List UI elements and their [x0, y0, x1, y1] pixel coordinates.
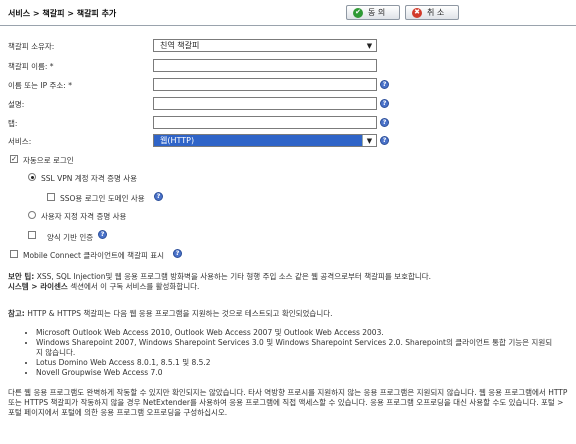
custom-creds-radio[interactable] — [28, 211, 36, 219]
host-label: 이름 또는 IP 주소: * — [8, 81, 72, 90]
form-auth-label: 양식 기반 인증 — [47, 233, 94, 242]
service-select-value: 웹(HTTP) — [160, 136, 195, 145]
help-icon[interactable]: ? — [98, 230, 107, 239]
host-input[interactable] — [153, 78, 377, 91]
checkmark-icon: ✔ — [353, 7, 363, 18]
owner-select-value: 친역 책갈피 — [160, 41, 200, 50]
form-auth-checkbox[interactable] — [28, 231, 36, 239]
list-item: Windows Sharepoint 2007, Windows Sharepo… — [36, 338, 556, 358]
security-tip-text: XSS, SQL Injection및 웹 응용 프로그램 방화벽을 사용하는 … — [34, 272, 432, 281]
cancel-button-label: 취 소 — [427, 8, 445, 17]
security-tip: 보안 팁: XSS, SQL Injection및 웹 응용 프로그램 방화벽을… — [8, 272, 568, 292]
help-icon[interactable]: ? — [380, 99, 389, 108]
owner-select[interactable]: 친역 책갈피 ▼ — [153, 39, 377, 52]
name-label: 책갈피 이름: * — [8, 62, 54, 71]
list-item: Novell Groupwise Web Access 7.0 — [36, 368, 556, 378]
auto-login-checkbox[interactable]: ✓ — [10, 155, 18, 163]
reference-note: 참고: HTTP & HTTPS 책갈피는 다음 웹 응용 프로그램을 지원하는… — [8, 309, 568, 319]
custom-creds-label: 사용자 지정 자격 증명 사용 — [41, 212, 127, 221]
description-row: 설명: ? — [0, 97, 576, 111]
tab-input[interactable] — [153, 116, 377, 129]
chevron-down-icon: ▼ — [366, 41, 373, 50]
tab-label: 탭: — [8, 119, 18, 128]
help-icon[interactable]: ? — [154, 192, 163, 201]
chevron-down-icon: ▼ — [362, 135, 376, 146]
supported-apps-list: Microsoft Outlook Web Access 2010, Outlo… — [22, 328, 556, 378]
service-row: 서비스: 웹(HTTP) ▼ ? — [0, 134, 576, 148]
cancel-button[interactable]: ✖ 취 소 — [405, 5, 459, 20]
system-license-link[interactable]: 시스템 > 라이센스 — [8, 282, 68, 291]
list-item: Lotus Domino Web Access 8.0.1, 8.5.1 및 8… — [36, 358, 556, 368]
help-icon[interactable]: ? — [380, 118, 389, 127]
sslvpn-creds-radio[interactable] — [28, 173, 36, 181]
sslvpn-creds-label: SSL VPN 계정 자격 증명 사용 — [41, 174, 138, 183]
footer-note: 다른 웹 응용 프로그램도 완벽하게 작동할 수 있지만 확인되지는 않았습니다… — [8, 388, 568, 417]
owner-label: 책갈피 소유자: — [8, 42, 55, 51]
page-header: 서비스 > 책갈피 > 책갈피 추가 ✔ 동 의 ✖ 취 소 — [0, 0, 576, 26]
sso-domain-label: SSO용 로그인 도메인 사용 — [60, 194, 145, 203]
tab-row: 탭: ? — [0, 116, 576, 130]
owner-row: 책갈피 소유자: 친역 책갈피 ▼ — [0, 39, 576, 53]
description-input[interactable] — [153, 97, 377, 110]
service-label: 서비스: — [8, 137, 32, 146]
accept-button[interactable]: ✔ 동 의 — [346, 5, 400, 20]
auto-login-label: 자동으로 로그인 — [23, 156, 74, 165]
help-icon[interactable]: ? — [173, 249, 182, 258]
help-icon[interactable]: ? — [380, 80, 389, 89]
system-license-text: 섹션에서 이 구독 서비스를 활성화합니다. — [67, 282, 200, 291]
sso-domain-checkbox[interactable] — [47, 193, 55, 201]
name-row: 책갈피 이름: * — [0, 59, 576, 73]
host-row: 이름 또는 IP 주소: * ? — [0, 78, 576, 92]
mobile-connect-label: Mobile Connect 클라이언트에 책갈피 표시 — [23, 251, 165, 260]
mobile-connect-checkbox[interactable] — [10, 250, 18, 258]
service-select[interactable]: 웹(HTTP) ▼ — [153, 134, 377, 147]
help-icon[interactable]: ? — [380, 136, 389, 145]
accept-button-label: 동 의 — [368, 8, 386, 17]
reference-note-text: HTTP & HTTPS 책갈피는 다음 웹 응용 프로그램을 지원하는 것으로… — [24, 309, 333, 318]
list-item: Microsoft Outlook Web Access 2010, Outlo… — [36, 328, 556, 338]
description-label: 설명: — [8, 100, 25, 109]
breadcrumb: 서비스 > 책갈피 > 책갈피 추가 — [8, 9, 117, 18]
x-icon: ✖ — [412, 7, 422, 18]
reference-note-heading: 참고: — [8, 309, 25, 318]
security-tip-heading: 보안 팁: — [8, 272, 35, 281]
bookmark-name-input[interactable] — [153, 59, 377, 72]
